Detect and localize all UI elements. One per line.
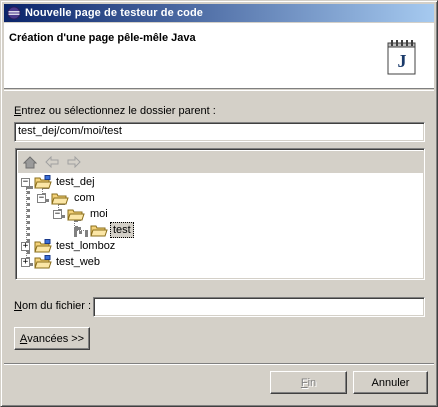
tree-node-label: test <box>110 222 134 238</box>
tree-node[interactable]: + test_lomboz <box>16 238 216 254</box>
svg-text:J: J <box>398 51 407 71</box>
back-arrow-icon[interactable] <box>43 153 61 171</box>
banner-divider <box>4 90 434 91</box>
tree-node-label: moi <box>90 208 108 220</box>
expand-toggle[interactable]: + <box>21 242 30 251</box>
wizard-heading: Création d'une page pêle-mêle Java <box>9 32 196 44</box>
project-folder-icon <box>34 175 52 189</box>
project-folder-icon <box>34 239 52 253</box>
window-title: Nouvelle page de testeur de code <box>25 7 204 19</box>
tree-node[interactable]: + test_web <box>16 254 216 270</box>
wizard-banner: Création d'une page pêle-mêle Java J <box>4 23 434 89</box>
footer-divider <box>4 363 434 365</box>
dialog-window: Nouvelle page de testeur de code Créatio… <box>0 0 438 407</box>
collapse-toggle[interactable]: − <box>21 178 30 187</box>
collapse-toggle[interactable]: − <box>37 194 46 203</box>
parent-folder-input[interactable]: test_dej/com/moi/test <box>14 122 425 142</box>
title-bar[interactable]: Nouvelle page de testeur de code <box>4 4 434 22</box>
eclipse-icon <box>6 5 22 21</box>
tree-node-label: test_lomboz <box>56 240 116 252</box>
parent-folder-label: Entrez ou sélectionnez le dossier parent… <box>14 105 216 117</box>
java-file-icon: J <box>387 40 416 75</box>
tree-node-selected[interactable]: test <box>16 222 216 238</box>
home-icon[interactable] <box>21 153 39 171</box>
open-folder-icon <box>51 193 69 205</box>
open-folder-icon <box>67 209 85 221</box>
file-name-label: Nom du fichier : <box>14 300 92 312</box>
expand-toggle[interactable]: + <box>21 258 30 267</box>
tree-node[interactable]: − test_dej <box>16 174 216 190</box>
tree-node-label: com <box>74 192 95 204</box>
tree-node-label: test_web <box>56 256 101 268</box>
tree-node[interactable]: − moi <box>16 206 216 222</box>
project-folder-icon <box>34 255 52 269</box>
file-name-input[interactable] <box>93 297 425 317</box>
advanced-button[interactable]: Avancées >> <box>14 327 90 350</box>
finish-button[interactable]: Fin <box>270 371 347 394</box>
tree-node[interactable]: − com <box>16 190 216 206</box>
folder-tree[interactable]: − test_dej − com − moi test + test_lombo… <box>15 148 425 280</box>
tree-node-label: test_dej <box>56 176 95 188</box>
open-folder-icon <box>90 225 108 237</box>
collapse-toggle[interactable]: − <box>53 210 62 219</box>
tree-toolbar <box>18 151 424 173</box>
cancel-button[interactable]: Annuler <box>353 371 428 394</box>
forward-arrow-icon[interactable] <box>65 153 83 171</box>
